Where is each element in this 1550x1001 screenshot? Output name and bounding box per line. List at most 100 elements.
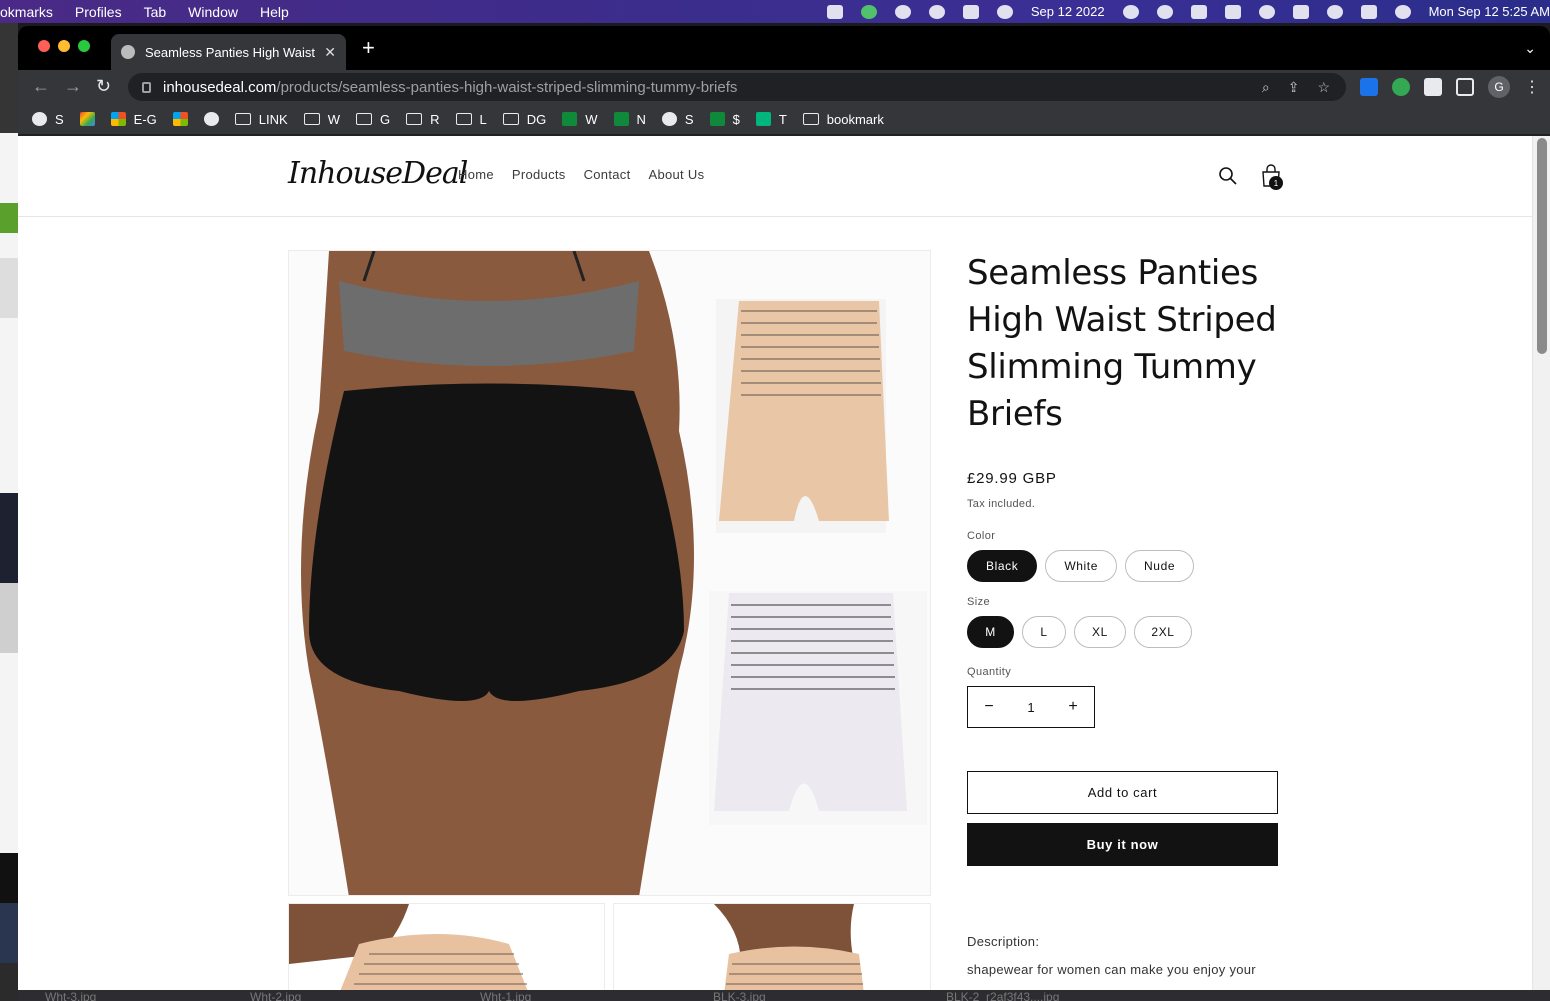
siri-icon[interactable] <box>1394 4 1411 19</box>
bookmark-item[interactable]: $ <box>709 112 740 127</box>
bookmark-item[interactable]: W <box>303 112 340 127</box>
download-item: BLK-3.jpg <box>713 990 766 1001</box>
forward-icon[interactable]: → <box>64 76 82 97</box>
menubar-date[interactable]: Sep 12 2022 <box>1031 4 1105 19</box>
line-icon[interactable] <box>860 4 877 19</box>
notification-bell-icon[interactable] <box>928 4 945 19</box>
menu-profiles[interactable]: Profiles <box>75 4 122 20</box>
bookmark-item[interactable]: W <box>562 112 598 127</box>
decrease-quantity-button[interactable]: − <box>982 698 996 716</box>
menu-bookmarks[interactable]: okmarks <box>0 4 53 20</box>
size-option-2xl[interactable]: 2XL <box>1134 616 1192 648</box>
menu-window[interactable]: Window <box>188 4 238 20</box>
bookmark-item[interactable]: N <box>613 112 646 127</box>
bookmark-item[interactable]: R <box>406 112 440 127</box>
quantity-input[interactable]: 1 <box>1027 700 1034 715</box>
search-icon[interactable] <box>1218 166 1238 186</box>
close-window-button[interactable] <box>38 40 50 52</box>
thumbnail-photo <box>614 904 930 990</box>
bookmark-star-icon[interactable]: ☆ <box>1317 79 1330 96</box>
bookmark-label: LINK <box>258 111 288 127</box>
bookmark-item[interactable]: S <box>661 112 694 127</box>
menu-help[interactable]: Help <box>260 4 289 20</box>
reload-icon[interactable]: ↻ <box>96 76 111 97</box>
plus-icon <box>562 112 578 126</box>
page-scrollbar[interactable] <box>1532 136 1550 990</box>
site-logo[interactable]: InhouseDeal <box>288 156 468 191</box>
bookmark-item[interactable]: DG <box>502 111 547 127</box>
spotlight-search-icon[interactable] <box>1326 4 1343 19</box>
nav-home[interactable]: Home <box>458 167 494 182</box>
menu-kebab-icon[interactable]: ⋮ <box>1524 77 1540 97</box>
download-extension-icon[interactable] <box>1360 78 1378 96</box>
control-center-icon[interactable] <box>1360 4 1377 19</box>
download-item: BLK-2_r2af3f43....jpg <box>946 990 1060 1001</box>
folder-icon <box>355 113 372 125</box>
download-item: Wht-2.jpg <box>250 990 302 1001</box>
share-icon[interactable]: ⇪ <box>1288 79 1300 96</box>
product-thumbnail-2[interactable] <box>613 903 931 990</box>
tab-close-icon[interactable]: ✕ <box>324 44 336 61</box>
zoom-window-button[interactable] <box>78 40 90 52</box>
bookmark-item[interactable]: LINK <box>234 111 288 127</box>
menubar-clock[interactable]: Mon Sep 12 5:25 AM <box>1429 4 1550 19</box>
bookmark-item[interactable]: G <box>355 112 390 127</box>
profile-avatar[interactable]: G <box>1488 76 1510 98</box>
description-text: shapewear for women can make you enjoy y… <box>967 962 1256 990</box>
wechat-icon[interactable] <box>894 4 911 19</box>
bookmark-item[interactable] <box>203 112 219 126</box>
nav-contact[interactable]: Contact <box>584 167 631 182</box>
product-main-image[interactable] <box>288 250 931 896</box>
plus-icon <box>613 112 629 126</box>
minimize-window-button[interactable] <box>58 40 70 52</box>
battery-icon[interactable] <box>1224 4 1241 19</box>
us-flag-icon[interactable] <box>1190 4 1207 19</box>
bookmark-item[interactable] <box>172 112 188 126</box>
keyboard-icon[interactable] <box>1292 4 1309 19</box>
size-option-l[interactable]: L <box>1022 616 1066 648</box>
nav-about-us[interactable]: About Us <box>649 167 705 182</box>
bookmark-item[interactable]: E-G <box>110 112 157 127</box>
globe-icon <box>121 45 135 59</box>
scrollbar-thumb[interactable] <box>1537 138 1547 354</box>
checkmark-app-icon[interactable] <box>962 4 979 19</box>
buy-it-now-button[interactable]: Buy it now <box>967 823 1278 866</box>
increase-quantity-button[interactable]: + <box>1066 698 1080 716</box>
menu-tab[interactable]: Tab <box>144 4 167 20</box>
tab-search-chevron-icon[interactable]: ⌄ <box>1524 40 1536 57</box>
status-app-icon[interactable] <box>826 4 843 19</box>
cart-count-badge: 1 <box>1269 176 1283 190</box>
bookmark-label: DG <box>526 111 547 127</box>
back-icon[interactable]: ← <box>32 76 50 97</box>
size-option-xl[interactable]: XL <box>1074 616 1126 648</box>
bookmark-item[interactable]: bookmark <box>802 112 884 127</box>
product-thumbnail-1[interactable] <box>288 903 605 990</box>
color-label: Color <box>967 530 996 542</box>
time-machine-icon[interactable] <box>1156 4 1173 19</box>
bookmark-item[interactable]: L <box>455 112 487 127</box>
nav-products[interactable]: Products <box>512 167 566 182</box>
background-downloads-bar <box>18 990 1550 1001</box>
bookmark-item[interactable] <box>79 112 95 126</box>
side-panel-icon[interactable] <box>1456 78 1474 96</box>
color-option-white[interactable]: White <box>1045 550 1118 582</box>
wifi-icon[interactable] <box>1258 4 1275 19</box>
color-option-black[interactable]: Black <box>967 550 1038 582</box>
add-to-cart-button[interactable]: Add to cart <box>967 771 1278 814</box>
bookmark-item[interactable]: S <box>32 112 64 127</box>
tab-active[interactable]: Seamless Panties High Waist S ✕ <box>111 34 346 70</box>
lock-icon[interactable] <box>142 81 151 93</box>
bookmark-item[interactable]: T <box>755 112 787 127</box>
moon-icon[interactable] <box>1122 4 1139 19</box>
green-extension-icon[interactable] <box>1392 78 1410 96</box>
zoom-icon[interactable]: ⌕ <box>1262 79 1270 96</box>
address-bar[interactable]: inhousedeal.com /products/seamless-panti… <box>128 73 1346 101</box>
color-option-nude[interactable]: Nude <box>1125 550 1195 582</box>
bookmark-label: S <box>55 111 64 127</box>
puzzle-icon[interactable] <box>1424 78 1442 96</box>
size-option-m[interactable]: M <box>967 616 1014 648</box>
new-tab-button[interactable]: + <box>362 37 375 59</box>
product-title: Seamless Panties High Waist Striped Slim… <box>967 253 1277 434</box>
size-label: Size <box>967 596 990 608</box>
teamviewer-icon[interactable] <box>996 4 1013 19</box>
